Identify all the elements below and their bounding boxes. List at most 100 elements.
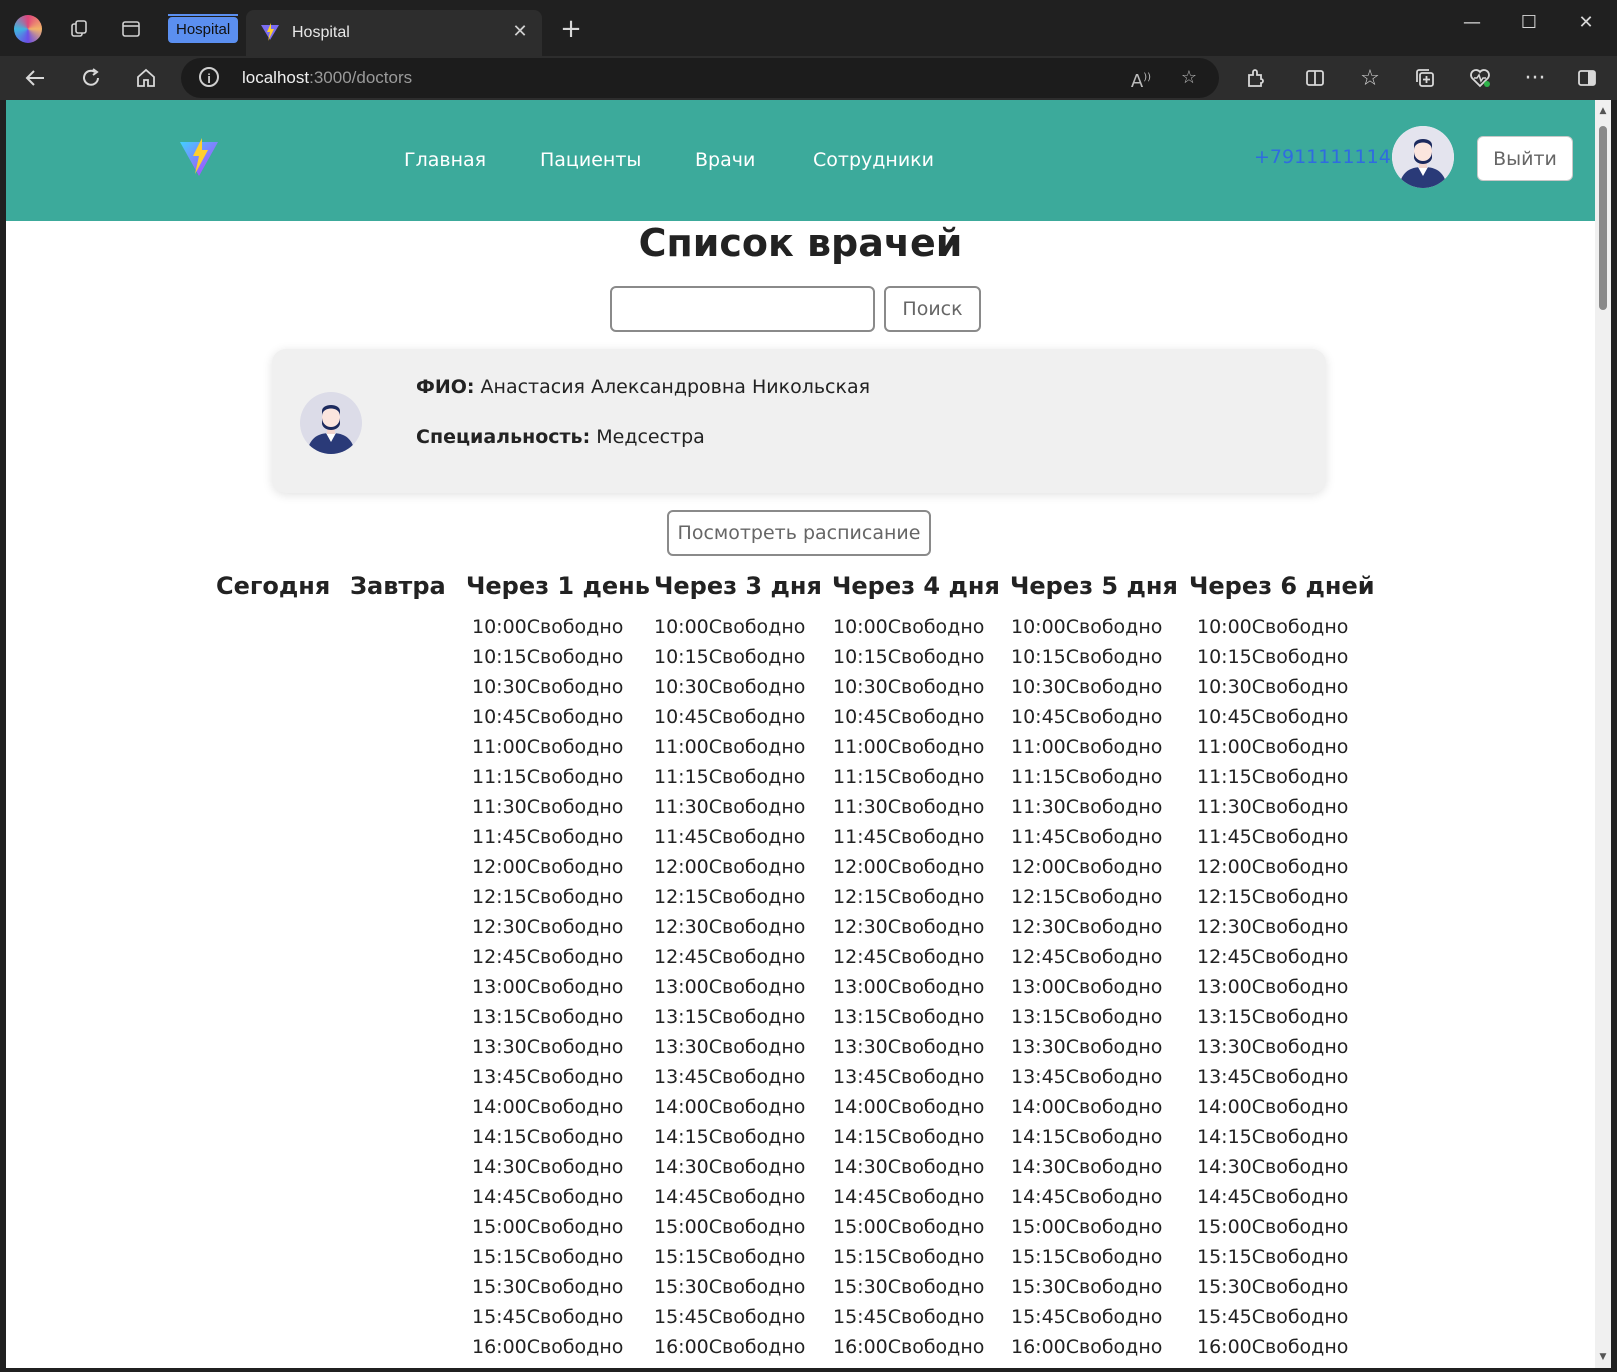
time-slot[interactable]: 15:00Свободно (1197, 1212, 1348, 1242)
time-slot[interactable]: 12:30Свободно (1011, 912, 1162, 942)
nav-link-patients[interactable]: Пациенты (540, 148, 641, 172)
time-slot[interactable]: 15:45Свободно (1197, 1302, 1348, 1332)
time-slot[interactable]: 10:30Свободно (654, 672, 805, 702)
time-slot[interactable]: 10:15Свободно (472, 642, 623, 672)
scroll-up-arrow-icon[interactable]: ▲ (1598, 106, 1608, 116)
time-slot[interactable]: 13:45Свободно (472, 1062, 623, 1092)
time-slot[interactable]: 15:30Свободно (1011, 1272, 1162, 1302)
time-slot[interactable]: 15:15Свободно (1197, 1242, 1348, 1272)
maximize-icon[interactable]: ☐ (1506, 8, 1552, 38)
favorites-icon[interactable]: ☆ (1355, 63, 1385, 93)
logout-button[interactable]: Выйти (1477, 136, 1573, 181)
tab-close-icon[interactable]: ✕ (508, 21, 532, 42)
time-slot[interactable]: 13:30Свободно (833, 1032, 984, 1062)
scrollbar-thumb[interactable] (1599, 126, 1607, 310)
browser-tab-active[interactable]: Hospital ✕ (246, 10, 542, 56)
time-slot[interactable]: 13:45Свободно (654, 1062, 805, 1092)
time-slot[interactable]: 14:15Свободно (1011, 1122, 1162, 1152)
time-slot[interactable]: 16:00Свободно (1197, 1332, 1348, 1362)
time-slot[interactable]: 14:00Свободно (472, 1092, 623, 1122)
time-slot[interactable]: 16:00Свободно (833, 1332, 984, 1362)
time-slot[interactable]: 13:00Свободно (1011, 972, 1162, 1002)
time-slot[interactable]: 14:00Свободно (833, 1092, 984, 1122)
time-slot[interactable]: 12:00Свободно (472, 852, 623, 882)
time-slot[interactable]: 11:00Свободно (833, 732, 984, 762)
time-slot[interactable]: 15:15Свободно (1011, 1242, 1162, 1272)
time-slot[interactable]: 12:45Свободно (833, 942, 984, 972)
minimize-icon[interactable]: — (1449, 8, 1495, 38)
user-avatar[interactable] (1392, 126, 1454, 188)
time-slot[interactable]: 10:15Свободно (654, 642, 805, 672)
time-slot[interactable]: 14:45Свободно (1011, 1182, 1162, 1212)
time-slot[interactable]: 10:15Свободно (833, 642, 984, 672)
time-slot[interactable]: 15:15Свободно (833, 1242, 984, 1272)
scroll-down-arrow-icon[interactable]: ▼ (1598, 1352, 1608, 1362)
time-slot[interactable]: 13:00Свободно (472, 972, 623, 1002)
page-scrollbar[interactable]: ▲ ▼ (1595, 100, 1611, 1368)
time-slot[interactable]: 14:30Свободно (833, 1152, 984, 1182)
time-slot[interactable]: 15:30Свободно (654, 1272, 805, 1302)
new-tab-icon[interactable]: + (556, 14, 586, 44)
time-slot[interactable]: 11:15Свободно (472, 762, 623, 792)
home-icon[interactable] (131, 63, 161, 93)
time-slot[interactable]: 13:30Свободно (1197, 1032, 1348, 1062)
time-slot[interactable]: 13:15Свободно (654, 1002, 805, 1032)
search-button[interactable]: Поиск (884, 286, 981, 332)
time-slot[interactable]: 11:00Свободно (472, 732, 623, 762)
time-slot[interactable]: 12:15Свободно (1011, 882, 1162, 912)
time-slot[interactable]: 14:00Свободно (1197, 1092, 1348, 1122)
time-slot[interactable]: 11:45Свободно (472, 822, 623, 852)
time-slot[interactable]: 10:30Свободно (833, 672, 984, 702)
time-slot[interactable]: 12:45Свободно (472, 942, 623, 972)
time-slot[interactable]: 10:45Свободно (472, 702, 623, 732)
tab-actions-icon[interactable] (116, 14, 146, 44)
phone-link[interactable]: +7911111114 (1254, 145, 1391, 169)
time-slot[interactable]: 10:30Свободно (1011, 672, 1162, 702)
time-slot[interactable]: 12:30Свободно (654, 912, 805, 942)
time-slot[interactable]: 13:30Свободно (1011, 1032, 1162, 1062)
time-slot[interactable]: 16:00Свободно (1011, 1332, 1162, 1362)
time-slot[interactable]: 15:00Свободно (833, 1212, 984, 1242)
time-slot[interactable]: 13:15Свободно (833, 1002, 984, 1032)
time-slot[interactable]: 12:15Свободно (833, 882, 984, 912)
time-slot[interactable]: 14:45Свободно (1197, 1182, 1348, 1212)
nav-link-staff[interactable]: Сотрудники (813, 148, 934, 172)
time-slot[interactable]: 11:45Свободно (1197, 822, 1348, 852)
time-slot[interactable]: 13:00Свободно (833, 972, 984, 1002)
info-icon[interactable]: i (199, 67, 219, 87)
workspaces-icon[interactable] (64, 14, 94, 44)
time-slot[interactable]: 11:45Свободно (1011, 822, 1162, 852)
time-slot[interactable]: 14:30Свободно (1011, 1152, 1162, 1182)
time-slot[interactable]: 10:00Свободно (1197, 612, 1348, 642)
time-slot[interactable]: 12:45Свободно (654, 942, 805, 972)
time-slot[interactable]: 14:30Свободно (1197, 1152, 1348, 1182)
time-slot[interactable]: 15:15Свободно (654, 1242, 805, 1272)
time-slot[interactable]: 10:00Свободно (1011, 612, 1162, 642)
time-slot[interactable]: 10:45Свободно (1197, 702, 1348, 732)
time-slot[interactable]: 12:00Свободно (1011, 852, 1162, 882)
time-slot[interactable]: 11:30Свободно (1011, 792, 1162, 822)
time-slot[interactable]: 13:30Свободно (654, 1032, 805, 1062)
time-slot[interactable]: 12:30Свободно (833, 912, 984, 942)
collections-icon[interactable] (1410, 63, 1440, 93)
time-slot[interactable]: 14:15Свободно (654, 1122, 805, 1152)
time-slot[interactable]: 11:00Свободно (1011, 732, 1162, 762)
read-aloud-icon[interactable]: A)) (1127, 64, 1155, 92)
time-slot[interactable]: 14:45Свободно (472, 1182, 623, 1212)
time-slot[interactable]: 11:00Свободно (654, 732, 805, 762)
time-slot[interactable]: 15:00Свободно (654, 1212, 805, 1242)
time-slot[interactable]: 15:00Свободно (472, 1212, 623, 1242)
browser-essentials-icon[interactable] (1465, 63, 1495, 93)
time-slot[interactable]: 14:30Свободно (472, 1152, 623, 1182)
time-slot[interactable]: 15:30Свободно (1197, 1272, 1348, 1302)
time-slot[interactable]: 11:15Свободно (833, 762, 984, 792)
time-slot[interactable]: 11:00Свободно (1197, 732, 1348, 762)
time-slot[interactable]: 11:15Свободно (1011, 762, 1162, 792)
time-slot[interactable]: 11:15Свободно (1197, 762, 1348, 792)
tab-group-chip[interactable]: Hospital (168, 14, 239, 43)
time-slot[interactable]: 12:00Свободно (833, 852, 984, 882)
time-slot[interactable]: 15:45Свободно (833, 1302, 984, 1332)
refresh-icon[interactable] (76, 63, 106, 93)
time-slot[interactable]: 15:30Свободно (472, 1272, 623, 1302)
time-slot[interactable]: 14:15Свободно (1197, 1122, 1348, 1152)
